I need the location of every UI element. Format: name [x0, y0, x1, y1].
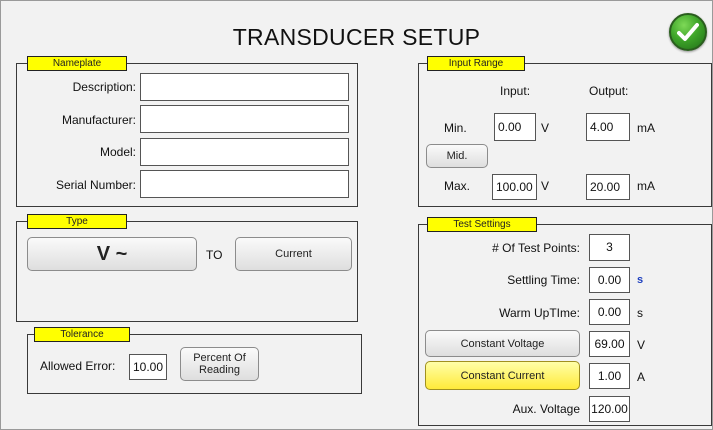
nameplate-title: Nameplate: [27, 56, 127, 71]
aux-voltage-label: Aux. Voltage: [512, 402, 580, 416]
constant-voltage-button[interactable]: Constant Voltage: [425, 330, 580, 357]
description-label: Description:: [72, 80, 136, 94]
max-label: Max.: [444, 179, 471, 193]
max-input-field[interactable]: 100.00: [492, 174, 537, 200]
test-points-label: # Of Test Points:: [492, 241, 580, 255]
warm-up-time-label: Warm UpTIme:: [499, 306, 580, 320]
to-label: TO: [206, 248, 223, 262]
min-label: Min.: [444, 121, 467, 135]
page-title: TRANSDUCER SETUP: [232, 24, 481, 50]
settling-time-field[interactable]: 0.00: [589, 267, 630, 293]
percent-of-reading-button[interactable]: Percent Of Reading: [180, 347, 259, 381]
input-range-title: Input Range: [427, 56, 525, 71]
model-label: Model:: [99, 145, 136, 159]
allowed-error-field[interactable]: 10.00: [129, 354, 167, 380]
aux-voltage-field[interactable]: 120.00: [589, 396, 630, 422]
type-title: Type: [27, 214, 127, 229]
serial-number-field[interactable]: [140, 170, 349, 198]
mid-button[interactable]: Mid.: [426, 144, 488, 168]
allowed-error-label: Allowed Error:: [40, 359, 116, 373]
constant-voltage-unit: V: [637, 338, 646, 352]
settling-time-unit: s: [637, 274, 644, 286]
min-output-unit: mA: [637, 121, 655, 135]
input-header: Input:: [500, 84, 531, 98]
constant-current-unit: A: [637, 370, 646, 384]
manufacturer-field[interactable]: [140, 105, 349, 133]
min-input-field[interactable]: 0.00: [494, 113, 536, 141]
description-field[interactable]: [140, 73, 349, 101]
settling-time-label: Settling Time:: [507, 273, 580, 287]
max-output-field[interactable]: 20.00: [586, 174, 630, 200]
output-header: Output:: [589, 84, 629, 98]
min-output-field[interactable]: 4.00: [586, 113, 630, 141]
serial-number-label: Serial Number:: [55, 178, 136, 192]
constant-current-field[interactable]: 1.00: [589, 363, 630, 389]
input-type-button[interactable]: V ~: [27, 237, 197, 271]
constant-voltage-field[interactable]: 69.00: [589, 331, 630, 357]
model-field[interactable]: [140, 138, 349, 166]
min-input-unit: V: [541, 121, 550, 135]
output-type-button[interactable]: Current: [235, 237, 352, 271]
test-settings-title: Test Settings: [427, 217, 537, 232]
max-input-unit: V: [541, 179, 550, 193]
tolerance-title: Tolerance: [34, 327, 130, 342]
max-output-unit: mA: [637, 179, 655, 193]
constant-current-button[interactable]: Constant Current: [425, 361, 580, 390]
warm-up-time-unit: s: [637, 306, 643, 320]
checkmark-icon[interactable]: [669, 13, 707, 51]
test-points-field[interactable]: 3: [589, 234, 630, 261]
warm-up-time-field[interactable]: 0.00: [589, 299, 630, 325]
manufacturer-label: Manufacturer:: [61, 113, 136, 127]
